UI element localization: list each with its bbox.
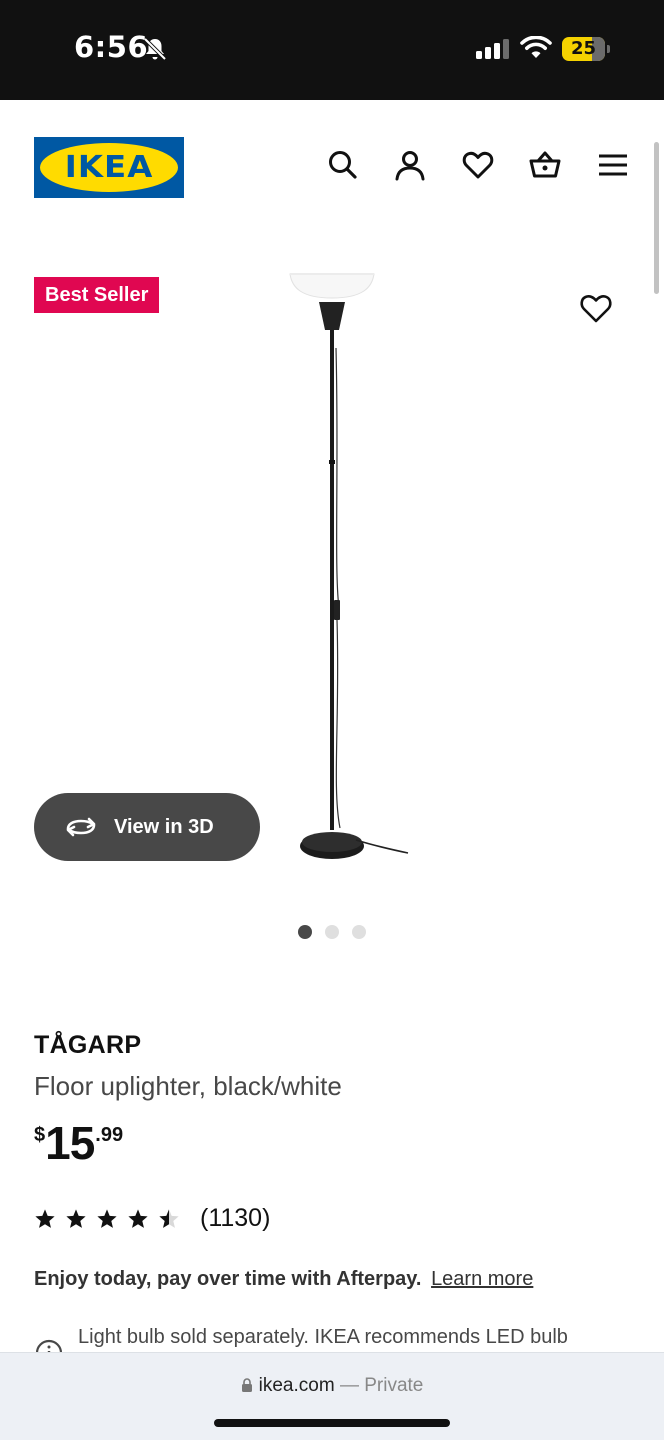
heart-icon[interactable] [461,148,495,182]
product-rating[interactable]: (1130) [34,1204,270,1233]
carousel-dot[interactable] [298,925,312,939]
status-bar: 6:56 25 [0,0,664,100]
price-decimal: .99 [95,1124,124,1146]
best-seller-badge: Best Seller [34,277,160,313]
url-domain: ikea.com [258,1375,335,1396]
view-in-3d-button[interactable]: View in 3D [34,793,260,861]
basket-icon[interactable] [528,148,562,182]
site-header: IKEA [0,100,664,230]
lock-icon [241,1378,252,1392]
star-full-icon [35,1208,55,1228]
wifi-icon [520,36,552,58]
product-price: $ 15 .99 [34,1118,123,1168]
rating-stars [34,1208,180,1230]
home-indicator[interactable] [214,1419,450,1427]
account-icon[interactable] [393,148,427,182]
price-currency: $ [34,1124,46,1146]
product-image-floor-lamp[interactable] [284,268,414,868]
status-time: 6:56 [74,30,149,64]
afterpay-text: Enjoy today, pay over time with Afterpay… [34,1268,422,1290]
price-integer: 15 [45,1117,95,1169]
star-half-icon [159,1208,179,1228]
battery-icon: 25 [562,37,610,61]
logo-text: IKEA [64,150,154,185]
battery-level: 25 [570,38,597,59]
product-name: TÅGARP [34,1031,142,1059]
light-bulb-notice: Light bulb sold separately. IKEA recomme… [78,1326,568,1348]
carousel-dot[interactable] [325,925,339,939]
add-to-favourites-icon[interactable] [578,290,614,326]
menu-icon[interactable] [596,148,630,182]
product-description: Floor uplighter, black/white [34,1071,342,1101]
rotate-3d-icon [66,817,96,837]
star-full-icon [97,1208,117,1228]
url-display[interactable]: ikea.com — Private [0,1375,664,1397]
browsing-mode: Private [364,1375,424,1396]
image-carousel-dots [298,925,366,939]
signal-icon [476,39,509,59]
browser-address-bar[interactable]: ikea.com — Private [0,1352,664,1440]
carousel-dot[interactable] [352,925,366,939]
url-separator: — [339,1375,359,1396]
afterpay-message: Enjoy today, pay over time with Afterpay… [34,1268,533,1291]
rating-count: (1130) [200,1204,271,1232]
star-full-icon [66,1208,86,1228]
view-in-3d-label: View in 3D [114,815,214,838]
bell-off-icon [143,37,167,61]
page-scrollbar[interactable] [654,142,659,294]
ikea-logo[interactable]: IKEA [34,137,184,198]
search-icon[interactable] [326,148,360,182]
afterpay-learn-more-link[interactable]: Learn more [431,1268,533,1290]
star-full-icon [128,1208,148,1228]
